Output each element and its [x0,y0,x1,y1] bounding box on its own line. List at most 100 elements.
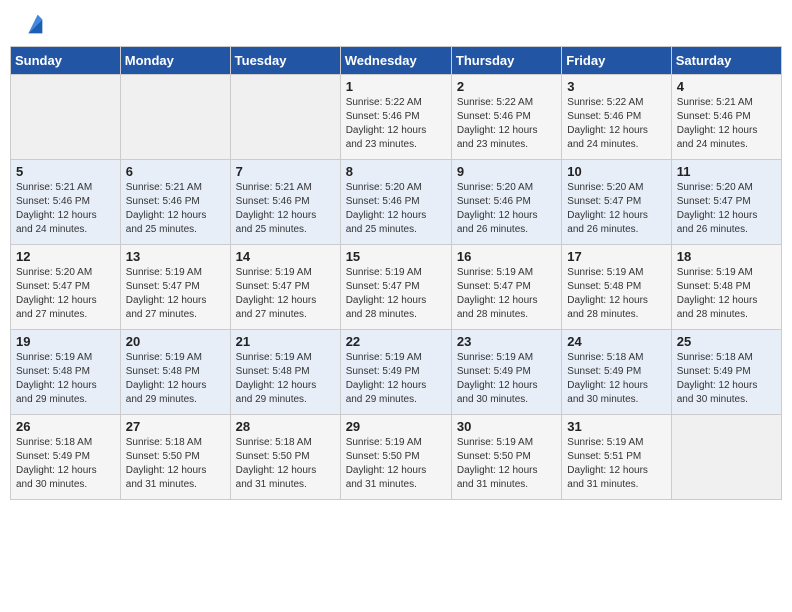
calendar-cell: 9Sunrise: 5:20 AM Sunset: 5:46 PM Daylig… [451,160,561,245]
day-number: 11 [677,164,776,179]
day-info: Sunrise: 5:19 AM Sunset: 5:47 PM Dayligh… [346,266,446,322]
day-info: Sunrise: 5:19 AM Sunset: 5:47 PM Dayligh… [457,266,556,322]
calendar-cell: 8 Sunrise: 5:20 AM Sunset: 5:46 PM Daylig… [340,160,451,245]
day-number: 23 [457,334,556,349]
day-number: 12 [16,249,115,264]
day-number: 10 [567,164,665,179]
calendar-cell: 14 Sunrise: 5:19 AM Sunset: 5:47 PM Dayli… [230,245,340,330]
logo-icon [19,10,47,38]
day-number: 27 [126,419,225,434]
day-info: Sunrise: 5:20 AM Sunset: 5:47 PM Dayligh… [677,181,776,237]
day-info: Sunrise: 5:18 AM Sunset: 5:49 PM Dayligh… [16,436,115,492]
day-info: Sunrise: 5:19 AM Sunset: 5:48 PM Dayligh… [126,351,225,407]
calendar-cell: 12 Sunrise: 5:20 AM Sunset: 5:47 PM Dayli… [11,245,121,330]
day-info: Sunrise: 5:20 AM Sunset: 5:47 PM Dayligh… [567,181,665,237]
day-info: Sunrise: 5:19 AM Sunset: 5:50 PM Dayligh… [457,436,556,492]
calendar-cell: 30 Sunrise: 5:19 AM Sunset: 5:50 PM Dayli… [451,415,561,500]
day-number: 4 [677,79,776,94]
day-number: 16 [457,249,556,264]
day-number: 8 [346,164,446,179]
calendar-week-row: 19 Sunrise: 5:19 AM Sunset: 5:48 PM Dayli… [11,330,782,415]
weekday-header-tuesday: Tuesday [230,47,340,75]
calendar-cell: 5 Sunrise: 5:21 AM Sunset: 5:46 PM Daylig… [11,160,121,245]
calendar-cell: 10 Sunrise: 5:20 AM Sunset: 5:47 PM Dayli… [562,160,671,245]
calendar-cell: 7 Sunrise: 5:21 AM Sunset: 5:46 PM Daylig… [230,160,340,245]
calendar-cell [671,415,781,500]
calendar-cell: 2Sunrise: 5:22 AM Sunset: 5:46 PM Daylig… [451,75,561,160]
calendar-table: SundayMondayTuesdayWednesdayThursdayFrid… [10,46,782,500]
day-info: Sunrise: 5:19 AM Sunset: 5:48 PM Dayligh… [677,266,776,322]
calendar-week-row: 5 Sunrise: 5:21 AM Sunset: 5:46 PM Daylig… [11,160,782,245]
calendar-cell: 19 Sunrise: 5:19 AM Sunset: 5:48 PM Dayli… [11,330,121,415]
page-header [10,10,782,38]
weekday-header-monday: Monday [120,47,230,75]
day-info: Sunrise: 5:19 AM Sunset: 5:47 PM Dayligh… [126,266,225,322]
day-number: 17 [567,249,665,264]
day-number: 6 [126,164,225,179]
day-number: 22 [346,334,446,349]
calendar-cell: 24 Sunrise: 5:18 AM Sunset: 5:49 PM Dayli… [562,330,671,415]
calendar-cell: 22Sunrise: 5:19 AM Sunset: 5:49 PM Dayli… [340,330,451,415]
day-info: Sunrise: 5:21 AM Sunset: 5:46 PM Dayligh… [677,96,776,152]
weekday-header-sunday: Sunday [11,47,121,75]
logo [15,10,47,38]
day-number: 5 [16,164,115,179]
weekday-header-row: SundayMondayTuesdayWednesdayThursdayFrid… [11,47,782,75]
day-number: 13 [126,249,225,264]
calendar-cell: 20Sunrise: 5:19 AM Sunset: 5:48 PM Dayli… [120,330,230,415]
day-number: 28 [236,419,335,434]
day-info: Sunrise: 5:18 AM Sunset: 5:50 PM Dayligh… [126,436,225,492]
day-info: Sunrise: 5:20 AM Sunset: 5:46 PM Dayligh… [346,181,446,237]
day-info: Sunrise: 5:19 AM Sunset: 5:51 PM Dayligh… [567,436,665,492]
weekday-header-thursday: Thursday [451,47,561,75]
calendar-cell: 21 Sunrise: 5:19 AM Sunset: 5:48 PM Dayli… [230,330,340,415]
calendar-cell: 17 Sunrise: 5:19 AM Sunset: 5:48 PM Dayli… [562,245,671,330]
calendar-week-row: 26 Sunrise: 5:18 AM Sunset: 5:49 PM Dayli… [11,415,782,500]
day-info: Sunrise: 5:19 AM Sunset: 5:48 PM Dayligh… [236,351,335,407]
day-number: 30 [457,419,556,434]
weekday-header-wednesday: Wednesday [340,47,451,75]
calendar-cell: 28 Sunrise: 5:18 AM Sunset: 5:50 PM Dayli… [230,415,340,500]
calendar-cell: 27 Sunrise: 5:18 AM Sunset: 5:50 PM Dayli… [120,415,230,500]
calendar-cell: 23 Sunrise: 5:19 AM Sunset: 5:49 PM Dayli… [451,330,561,415]
day-number: 2 [457,79,556,94]
calendar-cell: 15 Sunrise: 5:19 AM Sunset: 5:47 PM Dayli… [340,245,451,330]
day-number: 26 [16,419,115,434]
day-info: Sunrise: 5:19 AM Sunset: 5:48 PM Dayligh… [567,266,665,322]
day-number: 21 [236,334,335,349]
day-info: Sunrise: 5:19 AM Sunset: 5:49 PM Dayligh… [457,351,556,407]
day-number: 24 [567,334,665,349]
day-info: Sunrise: 5:22 AM Sunset: 5:46 PM Dayligh… [346,96,446,152]
calendar-cell: 4 Sunrise: 5:21 AM Sunset: 5:46 PM Daylig… [671,75,781,160]
day-number: 3 [567,79,665,94]
weekday-header-friday: Friday [562,47,671,75]
calendar-cell: 25Sunrise: 5:18 AM Sunset: 5:49 PM Dayli… [671,330,781,415]
day-info: Sunrise: 5:21 AM Sunset: 5:46 PM Dayligh… [16,181,115,237]
day-info: Sunrise: 5:22 AM Sunset: 5:46 PM Dayligh… [567,96,665,152]
calendar-cell: 3 Sunrise: 5:22 AM Sunset: 5:46 PM Daylig… [562,75,671,160]
calendar-cell [120,75,230,160]
day-info: Sunrise: 5:21 AM Sunset: 5:46 PM Dayligh… [126,181,225,237]
day-info: Sunrise: 5:18 AM Sunset: 5:49 PM Dayligh… [567,351,665,407]
calendar-cell: 16 Sunrise: 5:19 AM Sunset: 5:47 PM Dayli… [451,245,561,330]
day-number: 15 [346,249,446,264]
day-info: Sunrise: 5:19 AM Sunset: 5:48 PM Dayligh… [16,351,115,407]
day-number: 1 [346,79,446,94]
day-info: Sunrise: 5:18 AM Sunset: 5:50 PM Dayligh… [236,436,335,492]
day-info: Sunrise: 5:20 AM Sunset: 5:47 PM Dayligh… [16,266,115,322]
calendar-cell: 18Sunrise: 5:19 AM Sunset: 5:48 PM Dayli… [671,245,781,330]
calendar-week-row: 12 Sunrise: 5:20 AM Sunset: 5:47 PM Dayli… [11,245,782,330]
day-number: 25 [677,334,776,349]
day-number: 31 [567,419,665,434]
day-info: Sunrise: 5:21 AM Sunset: 5:46 PM Dayligh… [236,181,335,237]
day-number: 7 [236,164,335,179]
calendar-cell: 29Sunrise: 5:19 AM Sunset: 5:50 PM Dayli… [340,415,451,500]
day-number: 19 [16,334,115,349]
calendar-cell [11,75,121,160]
day-info: Sunrise: 5:19 AM Sunset: 5:47 PM Dayligh… [236,266,335,322]
calendar-cell: 1 Sunrise: 5:22 AM Sunset: 5:46 PM Daylig… [340,75,451,160]
calendar-cell: 11 Sunrise: 5:20 AM Sunset: 5:47 PM Dayli… [671,160,781,245]
calendar-week-row: 1 Sunrise: 5:22 AM Sunset: 5:46 PM Daylig… [11,75,782,160]
calendar-cell [230,75,340,160]
day-number: 14 [236,249,335,264]
